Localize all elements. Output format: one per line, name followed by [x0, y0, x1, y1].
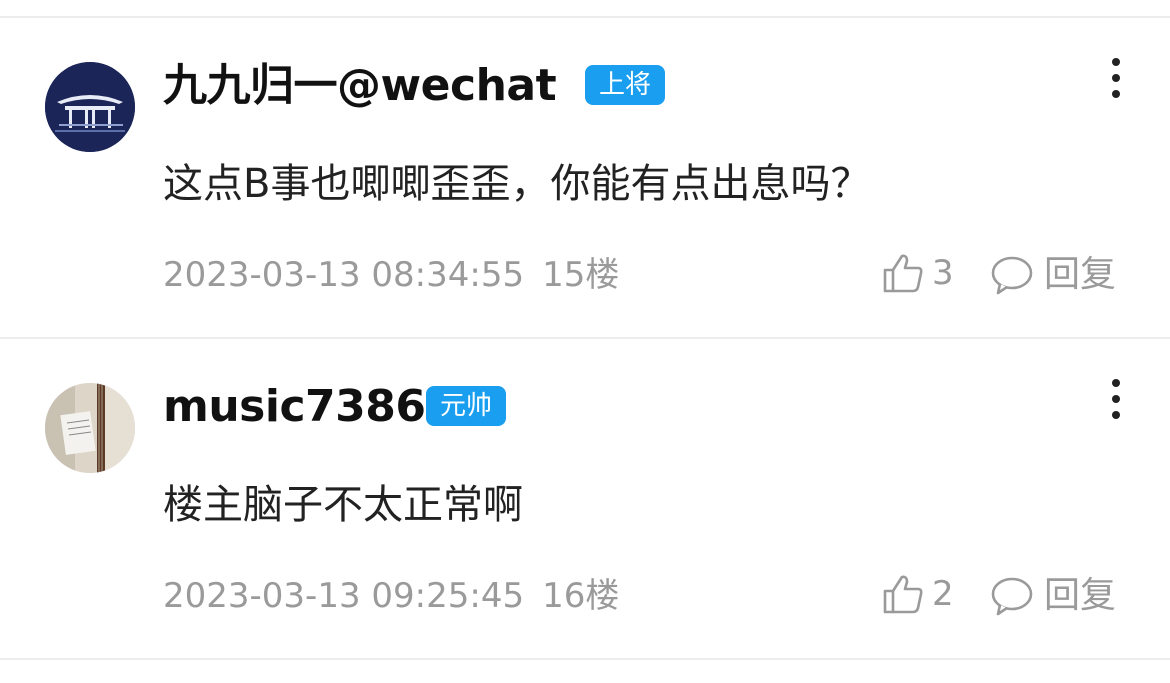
like-count: 3: [932, 253, 954, 293]
floor-number: 15楼: [542, 255, 620, 295]
comment-text: 楼主脑子不太正常啊: [163, 482, 523, 528]
guitar-avatar-image: [45, 383, 135, 473]
divider: [0, 658, 1170, 660]
rank-badge: 元帅: [426, 386, 507, 426]
reply-button[interactable]: 回复: [990, 573, 1116, 619]
reply-label: 回复: [1044, 575, 1117, 616]
floor-number: 16楼: [542, 576, 620, 616]
pavilion-avatar-image: [45, 62, 135, 152]
comment-meta: 2023-03-13 09:25:45 16楼: [163, 575, 619, 617]
timestamp: 2023-03-13 09:25:45: [163, 576, 525, 616]
comment-list: 九九归一@wechat 上将 这点B事也唧唧歪歪，你能有点出息吗？ 2023-0…: [0, 0, 1170, 683]
rank-badge: 上将: [585, 65, 666, 105]
like-button[interactable]: 2: [880, 571, 954, 617]
username[interactable]: 九九归一@wechat: [163, 60, 557, 112]
comment-text: 这点B事也唧唧歪歪，你能有点出息吗？: [163, 161, 871, 207]
timestamp: 2023-03-13 08:34:55: [163, 255, 525, 295]
user-avatar[interactable]: [45, 62, 135, 152]
username[interactable]: music7386: [163, 381, 426, 433]
comment-item: music7386 元帅 楼主脑子不太正常啊 2023-03-13 09:25:…: [0, 339, 1170, 659]
comment-item: 九九归一@wechat 上将 这点B事也唧唧歪歪，你能有点出息吗？ 2023-0…: [0, 18, 1170, 338]
reply-label: 回复: [1044, 254, 1117, 295]
more-vertical-icon[interactable]: [1103, 58, 1129, 104]
user-avatar[interactable]: [45, 383, 135, 473]
like-count: 2: [932, 574, 954, 614]
thumbs-up-icon: [883, 254, 923, 293]
like-button[interactable]: 3: [880, 250, 954, 296]
thumbs-up-icon: [883, 575, 923, 614]
chat-bubble-icon: [991, 577, 1033, 616]
reply-button[interactable]: 回复: [990, 252, 1116, 298]
chat-bubble-icon: [991, 256, 1033, 295]
more-vertical-icon[interactable]: [1103, 379, 1129, 425]
comment-meta: 2023-03-13 08:34:55 15楼: [163, 254, 619, 296]
